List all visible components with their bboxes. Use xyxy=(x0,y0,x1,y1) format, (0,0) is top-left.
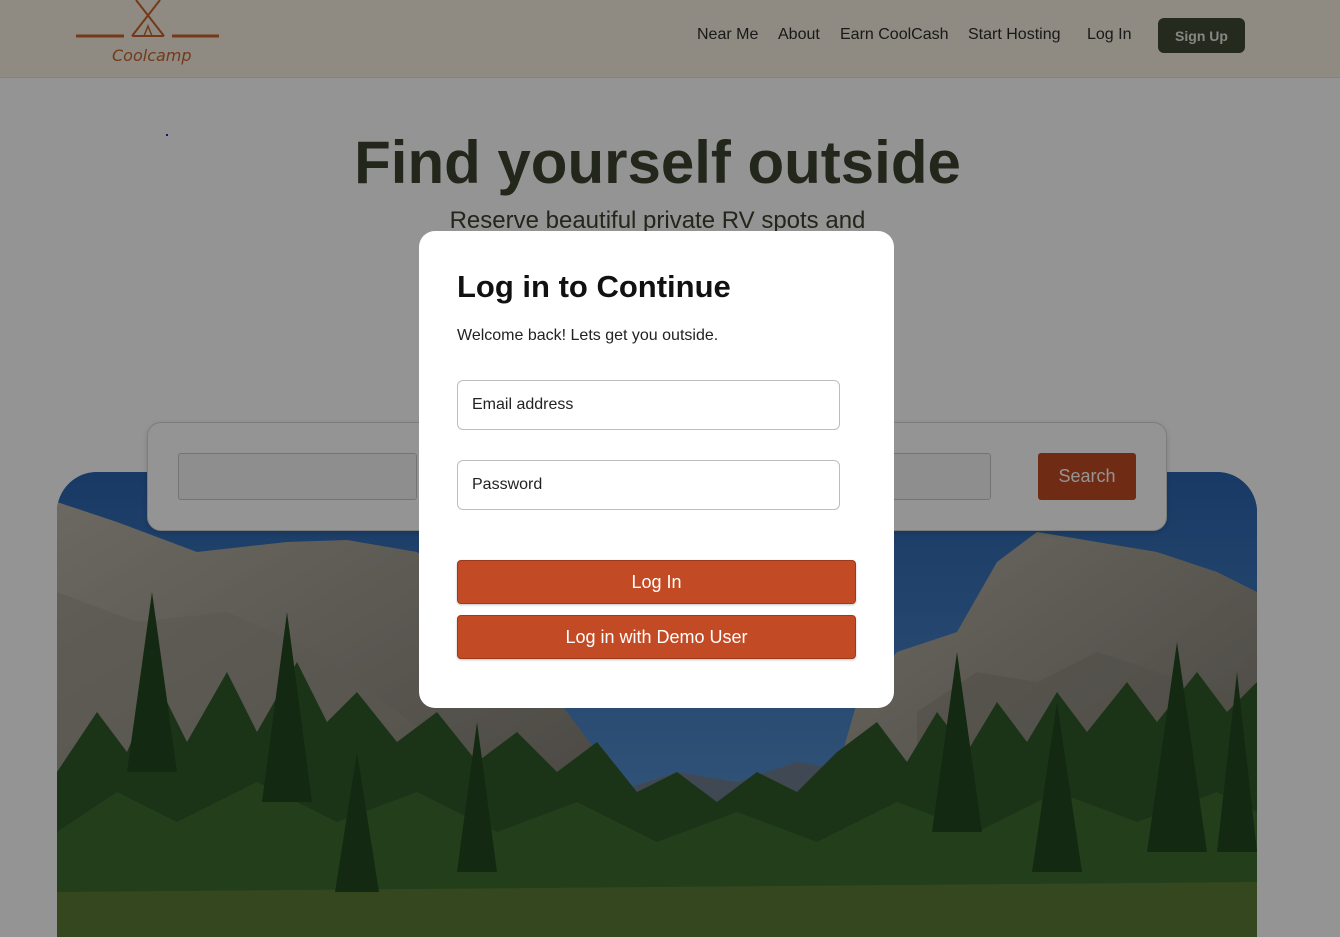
log-in-button[interactable]: Log In xyxy=(457,560,856,604)
password-field[interactable] xyxy=(457,460,840,510)
login-modal: Log in to Continue Welcome back! Lets ge… xyxy=(419,231,894,708)
email-field[interactable] xyxy=(457,380,840,430)
modal-subtitle: Welcome back! Lets get you outside. xyxy=(457,327,719,344)
demo-login-button[interactable]: Log in with Demo User xyxy=(457,615,856,659)
modal-title: Log in to Continue xyxy=(457,269,731,304)
